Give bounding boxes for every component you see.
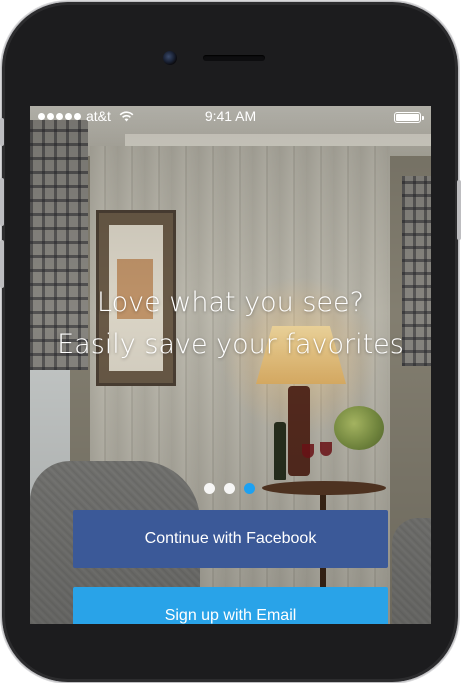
status-time: 9:41 AM (204, 108, 257, 124)
battery-level-fill (396, 114, 419, 121)
page-dot-1[interactable] (204, 483, 215, 494)
status-bar: at&t 9:41 AM (30, 106, 431, 128)
headline-line-1: Love what you see? (97, 287, 364, 318)
front-camera (163, 51, 177, 65)
battery-icon (394, 112, 424, 123)
page-dot-2[interactable] (224, 483, 235, 494)
app-screen: at&t 9:41 AM Love what you see? Easily s… (30, 106, 431, 624)
volume-down-button (0, 240, 4, 288)
page-indicator (204, 483, 255, 494)
mute-switch (0, 118, 4, 146)
page-dot-3-active[interactable] (244, 483, 255, 494)
volume-up-button (0, 178, 4, 226)
continue-with-facebook-button[interactable]: Continue with Facebook (73, 510, 388, 568)
onboarding-headline: Love what you see? Easily save your favo… (30, 282, 431, 366)
headline-line-2: Easily save your favorites (57, 329, 404, 360)
earpiece-speaker (203, 55, 265, 61)
power-button (457, 180, 461, 240)
sign-up-with-email-button[interactable]: Sign up with Email (73, 587, 388, 624)
